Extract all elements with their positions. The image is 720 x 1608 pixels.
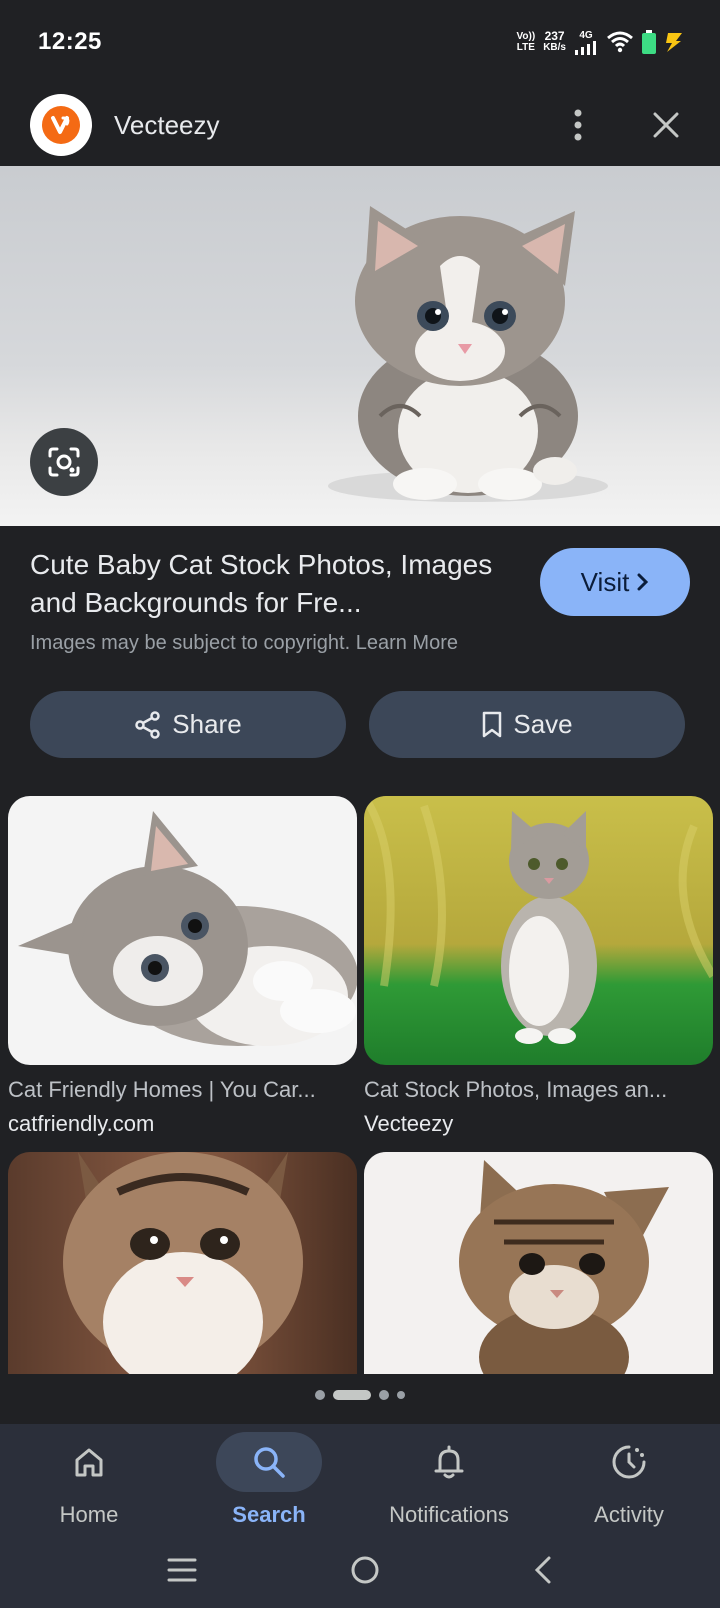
kitten-photo xyxy=(328,206,608,502)
related-card-1[interactable]: Cat Friendly Homes | You Car... catfrien… xyxy=(8,796,357,1137)
nav-home[interactable]: Home xyxy=(9,1432,169,1528)
home-icon xyxy=(75,1448,103,1477)
site-logo[interactable] xyxy=(30,94,92,156)
page-indicator xyxy=(0,1390,720,1400)
nav-home-pill xyxy=(36,1432,142,1492)
back-button[interactable] xyxy=(533,1555,553,1590)
close-icon xyxy=(653,112,679,138)
visit-label: Visit xyxy=(580,566,630,597)
chevron-right-icon xyxy=(637,573,649,591)
nav-notifications[interactable]: Notifications xyxy=(369,1432,529,1528)
bell-icon xyxy=(434,1445,464,1479)
related-title[interactable]: Cat Stock Photos, Images an... xyxy=(364,1077,713,1103)
network-type: 4G xyxy=(579,29,593,41)
visit-button[interactable]: Visit xyxy=(540,548,690,616)
related-source[interactable]: catfriendly.com xyxy=(8,1111,357,1137)
more-options-button[interactable] xyxy=(554,101,602,149)
speed-value: 237 xyxy=(544,29,565,43)
page-dot xyxy=(315,1390,325,1400)
nav-search[interactable]: Search xyxy=(189,1432,349,1528)
status-time: 12:25 xyxy=(38,28,102,55)
save-label: Save xyxy=(513,709,573,739)
related-card-2[interactable]: Cat Stock Photos, Images an... Vecteezy xyxy=(364,796,713,1137)
nav-notifications-label: Notifications xyxy=(389,1502,509,1527)
nav-home-label: Home xyxy=(59,1502,119,1527)
bottom-navigation: Home Search Notifications Activity xyxy=(0,1424,720,1608)
page-dot-active xyxy=(333,1390,371,1400)
search-icon xyxy=(254,1447,285,1478)
related-card-3[interactable] xyxy=(8,1152,357,1374)
related-thumbnail[interactable] xyxy=(364,1152,713,1374)
volte-top: Vo)) xyxy=(516,31,536,42)
related-source[interactable]: Vecteezy xyxy=(364,1111,713,1137)
lens-search-button[interactable] xyxy=(30,428,98,496)
home-system-button[interactable] xyxy=(350,1555,380,1590)
share-label: Share xyxy=(172,709,242,739)
nav-search-pill xyxy=(216,1432,322,1492)
signal-icon xyxy=(575,40,596,55)
system-navigation xyxy=(0,1548,720,1596)
circle-home-icon xyxy=(351,1556,379,1583)
save-button[interactable]: Save xyxy=(369,691,685,758)
v-logo-mark xyxy=(51,116,70,134)
signal-group: 4G xyxy=(574,30,598,55)
speed-unit: KB/s xyxy=(543,42,566,53)
viewer-header: Vecteezy xyxy=(0,84,720,166)
related-title[interactable]: Cat Friendly Homes | You Car... xyxy=(8,1077,357,1103)
more-vert-icon xyxy=(574,109,582,141)
volte-indicator: Vo)) LTE xyxy=(517,31,536,53)
page-dot xyxy=(397,1391,405,1399)
close-button[interactable] xyxy=(642,101,690,149)
nav-activity[interactable]: Activity xyxy=(549,1432,709,1528)
share-icon xyxy=(135,710,161,739)
battery-icon xyxy=(642,30,656,54)
tabby-kitten-image xyxy=(459,1160,669,1374)
nav-activity-label: Activity xyxy=(594,1502,664,1527)
nav-search-label: Search xyxy=(232,1502,306,1527)
related-thumbnail[interactable] xyxy=(8,796,357,1065)
wifi-icon xyxy=(607,31,633,53)
related-thumbnail[interactable] xyxy=(8,1152,357,1374)
recents-button[interactable] xyxy=(167,1557,197,1588)
menu-icon xyxy=(167,1558,197,1581)
charging-icon xyxy=(666,33,682,52)
activity-icon xyxy=(612,1445,646,1479)
result-info: Cute Baby Cat Stock Photos, Images and B… xyxy=(30,546,520,655)
site-name[interactable]: Vecteezy xyxy=(114,110,554,141)
nav-activity-pill xyxy=(576,1432,682,1492)
share-button[interactable]: Share xyxy=(30,691,346,758)
lying-kitten-image xyxy=(18,811,357,1046)
status-bar: 12:25 Vo)) LTE 237 KB/s 4G xyxy=(0,0,720,84)
result-title[interactable]: Cute Baby Cat Stock Photos, Images and B… xyxy=(30,546,520,622)
back-chevron-icon xyxy=(535,1556,551,1583)
copyright-notice[interactable]: Images may be subject to copyright. Lear… xyxy=(30,632,520,655)
related-card-4[interactable] xyxy=(364,1152,713,1374)
status-icons: Vo)) LTE 237 KB/s 4G xyxy=(517,30,685,55)
sitting-kitten-image xyxy=(364,796,713,1044)
closeup-kitten-image xyxy=(63,1152,303,1374)
hero-image[interactable] xyxy=(0,166,720,526)
bookmark-icon xyxy=(483,711,502,737)
nav-notifications-pill xyxy=(396,1432,502,1492)
related-thumbnail[interactable] xyxy=(364,796,713,1065)
vecteezy-logo-icon xyxy=(42,106,80,144)
lens-icon xyxy=(48,447,80,477)
data-speed: 237 KB/s xyxy=(543,29,566,53)
page-dot xyxy=(379,1390,389,1400)
volte-bottom: LTE xyxy=(516,42,535,53)
